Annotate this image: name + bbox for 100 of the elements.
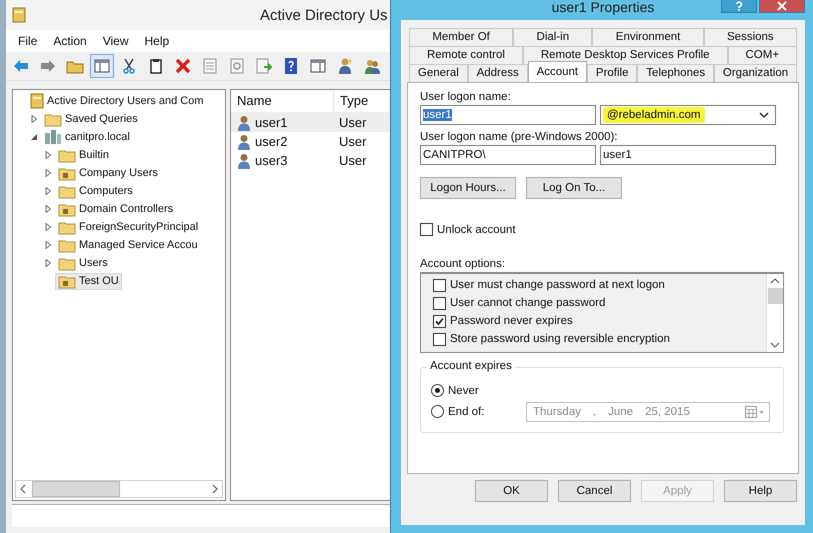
- tree-item[interactable]: Users: [55, 254, 111, 272]
- tree-item[interactable]: Domain Controllers: [55, 200, 176, 218]
- list-row[interactable]: user2 User: [231, 132, 413, 151]
- tree-label: Saved Queries: [65, 113, 138, 125]
- tab[interactable]: Environment: [592, 28, 704, 46]
- list-row[interactable]: user3 User: [231, 151, 413, 170]
- tab[interactable]: Remote control: [409, 46, 523, 64]
- expand-arrow-icon[interactable]: [44, 241, 52, 249]
- expand-arrow-icon[interactable]: [44, 169, 52, 177]
- expand-arrow-icon[interactable]: [44, 205, 52, 213]
- calendar-icon: [745, 406, 765, 418]
- group-label: Account expires: [427, 360, 515, 372]
- tab[interactable]: Address: [468, 64, 528, 82]
- tab[interactable]: Dial-in: [513, 28, 592, 46]
- table-cell: user2: [255, 134, 288, 149]
- tree-item[interactable]: ForeignSecurityPrincipal: [55, 218, 202, 236]
- tree-label: Builtin: [79, 149, 109, 161]
- horizontal-scrollbar[interactable]: [15, 480, 223, 498]
- tree-item[interactable]: Active Directory Users and Com: [27, 92, 206, 110]
- console-tree-icon[interactable]: [91, 55, 113, 77]
- tab[interactable]: Remote Desktop Services Profile: [522, 46, 728, 64]
- tree-label: Computers: [79, 185, 133, 197]
- tree-label: canitpro.local: [65, 131, 130, 143]
- folder-icon: [58, 220, 76, 234]
- tree-item[interactable]: Builtin: [55, 146, 112, 164]
- input-field[interactable]: user1: [420, 105, 596, 125]
- column-header[interactable]: Name: [231, 91, 334, 111]
- domain-dropdown[interactable]: @rebeladmin.com: [600, 105, 776, 125]
- collapse-arrow-icon[interactable]: [30, 133, 38, 141]
- help-button[interactable]: [721, 0, 757, 13]
- ou-folder-icon: [58, 166, 76, 180]
- checkbox-label: Store password using reversible encryption: [450, 333, 670, 345]
- input-field[interactable]: user1: [600, 145, 776, 165]
- tab[interactable]: General: [409, 64, 468, 82]
- tree-item[interactable]: canitpro.local: [41, 128, 133, 146]
- menu-item[interactable]: View: [102, 34, 128, 48]
- folder-icon: [12, 7, 26, 23]
- tab[interactable]: Profile: [587, 64, 638, 82]
- folder-icon: [58, 256, 76, 270]
- radio-button[interactable]: [431, 384, 444, 397]
- input-field[interactable]: CANITPRO\: [420, 145, 596, 165]
- vertical-scrollbar[interactable]: [766, 274, 783, 352]
- tree-label: Users: [79, 257, 108, 269]
- tab[interactable]: Sessions: [704, 28, 798, 46]
- checkbox-label: User must change password at next logon: [450, 279, 665, 291]
- tree-item[interactable]: Saved Queries: [41, 110, 141, 128]
- user-icon: [237, 114, 251, 130]
- dialog-button[interactable]: OK: [475, 480, 548, 502]
- dialog-title: user1 Properties: [552, 0, 654, 14]
- table-cell-text: User: [338, 153, 368, 168]
- checkbox[interactable]: [433, 296, 446, 310]
- tab[interactable]: Organization: [714, 64, 798, 82]
- checkbox-label: User cannot change password: [450, 297, 606, 309]
- menu-item[interactable]: Help: [144, 34, 170, 48]
- tree-label: Company Users: [79, 167, 158, 179]
- tree-item[interactable]: Managed Service Accou: [55, 236, 201, 254]
- checkbox-label: Password never expires: [450, 315, 573, 327]
- dialog-button[interactable]: Help: [724, 480, 797, 502]
- radio-label: Never: [448, 384, 480, 396]
- table-cell-text: User: [338, 134, 368, 149]
- checkbox[interactable]: [433, 314, 446, 328]
- user-icon: [237, 152, 251, 168]
- checkbox-label: Unlock account: [437, 224, 516, 236]
- tab[interactable]: Member Of: [409, 28, 514, 46]
- field-label: Account options:: [420, 258, 506, 270]
- expand-arrow-icon[interactable]: [30, 115, 38, 123]
- user-icon: [237, 134, 251, 150]
- tree-item[interactable]: Computers: [55, 182, 136, 200]
- folder-icon: [58, 148, 76, 162]
- checkbox[interactable]: [420, 223, 433, 236]
- expand-arrow-icon[interactable]: [44, 259, 52, 267]
- tree-label: Domain Controllers: [79, 203, 174, 215]
- expand-arrow-icon[interactable]: [44, 151, 52, 159]
- checkbox[interactable]: [433, 332, 446, 346]
- checkbox[interactable]: [433, 278, 446, 292]
- expand-arrow-icon[interactable]: [44, 223, 52, 231]
- tree-label: ForeignSecurityPrincipal: [79, 221, 198, 233]
- menu-item[interactable]: File: [18, 34, 38, 48]
- close-button[interactable]: [759, 0, 805, 13]
- folder-icon: [58, 238, 76, 252]
- help-icon: [735, 1, 743, 11]
- scroll-thumb[interactable]: [768, 288, 782, 304]
- expand-arrow-icon[interactable]: [44, 187, 52, 195]
- folder-icon: [30, 93, 44, 109]
- window-title: Active Directory Us: [260, 6, 388, 24]
- push-button[interactable]: Log On To...: [526, 177, 622, 199]
- tab[interactable]: Telephones: [637, 64, 714, 82]
- tree-item[interactable]: Test OU: [55, 272, 122, 290]
- folder-icon: [58, 184, 76, 198]
- chevron-down-icon: [759, 112, 769, 118]
- push-button[interactable]: Logon Hours...: [420, 177, 516, 199]
- tab[interactable]: COM+: [728, 46, 797, 64]
- scroll-thumb[interactable]: [32, 481, 120, 497]
- radio-button[interactable]: [431, 405, 444, 418]
- radio-label: End of:: [448, 406, 486, 418]
- dialog-button[interactable]: Cancel: [558, 480, 631, 502]
- tree-item[interactable]: Company Users: [55, 164, 161, 182]
- menu-item[interactable]: Action: [53, 34, 87, 48]
- folder-icon: [44, 112, 62, 126]
- tab[interactable]: Account: [528, 61, 588, 82]
